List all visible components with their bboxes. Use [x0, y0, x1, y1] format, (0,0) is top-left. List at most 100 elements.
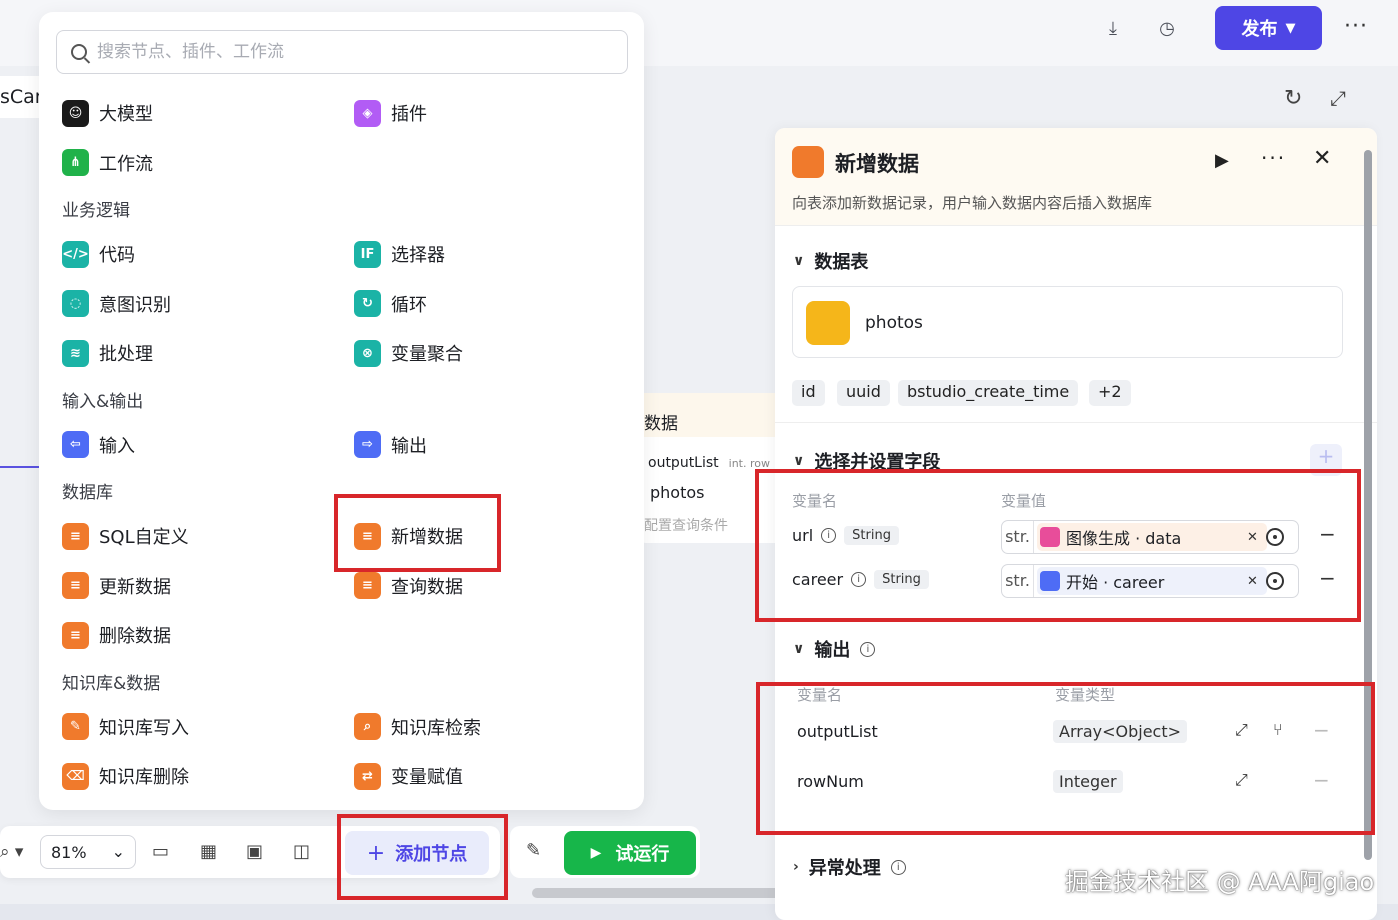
fit-view-icon[interactable]: ◫	[293, 841, 310, 862]
node-title-fragment: sCar	[0, 86, 43, 108]
test-run-label: 试运行	[615, 844, 670, 865]
info-icon: i	[860, 641, 876, 657]
close-icon[interactable]: ✕	[1313, 146, 1331, 171]
node-menu-item[interactable]: ⌫ 知识库删除	[62, 761, 189, 791]
comment-icon[interactable]: ▭	[152, 841, 169, 862]
node-menu-item[interactable]: ✎ 知识库写入	[62, 712, 189, 742]
node-search-box[interactable]	[56, 30, 628, 74]
db-update-icon: ≡	[62, 572, 89, 599]
zoom-select[interactable]: 81% ⌄	[40, 835, 136, 869]
node-menu-item-label: 查询数据	[391, 576, 463, 598]
save-draft-icon[interactable]: ⤓	[1099, 14, 1127, 42]
horizontal-scrollbar[interactable]	[532, 888, 782, 898]
history-icon[interactable]: ◷	[1153, 14, 1181, 42]
node-title: 数据	[640, 393, 790, 437]
node-output-name: outputList	[648, 455, 719, 471]
run-node-icon[interactable]: ▶	[1215, 150, 1229, 171]
node-menu-item[interactable]: ≡ 更新数据	[62, 571, 171, 601]
node-menu-item-label: 工作流	[99, 153, 153, 175]
zoom-value: 81%	[51, 843, 87, 862]
node-output-row: outputList int. row	[648, 455, 770, 471]
node-menu-item-label: 循环	[391, 294, 427, 316]
chevron-right-icon: ›	[793, 859, 799, 875]
kb-write-icon: ✎	[62, 713, 89, 740]
search-icon	[71, 44, 87, 60]
node-menu-item-label: 插件	[391, 104, 427, 125]
aggregate-icon: ⊗	[354, 339, 381, 367]
node-menu-item[interactable]: IF 选择器	[354, 239, 445, 269]
node-menu-item[interactable]: ≋ 批处理	[62, 338, 153, 368]
selected-table-card[interactable]: photos	[792, 286, 1343, 358]
node-table-name: photos	[650, 483, 705, 502]
batch-icon: ≋	[62, 339, 89, 367]
chevron-down-icon: ⌄	[111, 842, 125, 861]
node-menu-item-label: 更新数据	[99, 576, 171, 598]
chevron-down-icon: ∨	[793, 453, 805, 469]
node-search-input[interactable]	[97, 42, 597, 62]
database-icon	[806, 301, 850, 345]
node-menu-item-label: 删除数据	[99, 626, 171, 647]
highlight-box-add-node	[337, 814, 508, 900]
section-title: 异常处理	[808, 858, 881, 879]
table-name: photos	[865, 313, 923, 333]
code-icon: </>	[62, 240, 89, 268]
selector-icon: IF	[354, 240, 381, 268]
node-menu-item-label: 意图识别	[99, 294, 171, 316]
node-menu-item[interactable]: ≡ 删除数据	[62, 620, 171, 650]
llm-icon: ☺	[62, 99, 89, 127]
info-icon: i	[890, 859, 906, 875]
more-options-icon[interactable]: ···	[1261, 146, 1286, 170]
test-run-button[interactable]: ▶ 试运行	[564, 831, 696, 875]
node-menu-item[interactable]: ☺ 大模型	[62, 98, 153, 128]
minimap-icon[interactable]: ▣	[246, 841, 263, 862]
highlight-box-fields	[755, 469, 1361, 622]
node-menu-item[interactable]: ⇦ 输入	[62, 430, 135, 460]
node-menu-item[interactable]: ⊗ 变量聚合	[354, 338, 463, 368]
node-menu-item[interactable]: </> 代码	[62, 239, 135, 269]
pointer-mode-icon[interactable]: ⌕ ▾	[0, 842, 23, 862]
workflow-icon: ⋔	[62, 149, 89, 176]
connection-edge	[0, 466, 40, 468]
node-menu-section-title: 输入&输出	[62, 391, 144, 412]
node-menu-item[interactable]: ↻ 循环	[354, 289, 427, 319]
highlight-box-output	[756, 682, 1375, 835]
section-output[interactable]: ∨ 输出 i	[793, 636, 876, 662]
section-error-handling[interactable]: › 异常处理 i	[793, 854, 906, 880]
kb-search-icon: ⌕	[354, 713, 381, 740]
divider	[775, 422, 1377, 423]
wrench-icon[interactable]: ✎	[526, 840, 541, 861]
column-chip-more[interactable]: +2	[1089, 380, 1131, 406]
layout-grid-icon[interactable]: ▦	[200, 841, 217, 862]
node-menu-item[interactable]: ◌ 意图识别	[62, 289, 171, 319]
node-menu-item[interactable]: ≡ SQL自定义	[62, 521, 189, 551]
node-menu-item-label: 变量赋值	[391, 767, 463, 788]
section-table[interactable]: ∨ 数据表	[793, 248, 868, 274]
section-title: 输出	[814, 640, 851, 661]
more-menu-button[interactable]: ···	[1344, 14, 1368, 39]
panel-title: 新增数据	[835, 152, 919, 176]
node-menu-item-label: 大模型	[99, 104, 153, 125]
node-menu-item[interactable]: ⇨ 输出	[354, 430, 427, 460]
expand-icon[interactable]: ⤢	[1330, 86, 1346, 110]
canvas-node-partial[interactable]: sCar	[0, 76, 44, 118]
node-menu-item-label: 输出	[391, 435, 427, 457]
db-insert-icon	[792, 146, 824, 178]
refresh-icon[interactable]: ↻	[1284, 86, 1302, 111]
node-menu-item-label: 选择器	[391, 245, 445, 266]
node-menu-item[interactable]: ≡ 查询数据	[354, 571, 463, 601]
intent-icon: ◌	[62, 290, 89, 317]
publish-label: 发布	[1241, 19, 1278, 40]
node-menu-item-label: 知识库检索	[391, 717, 481, 739]
node-menu-item[interactable]: ◈ 插件	[354, 98, 427, 128]
publish-button[interactable]: 发布 ▼	[1215, 6, 1322, 50]
node-menu-item-label: SQL自定义	[99, 527, 189, 548]
kb-delete-icon: ⌫	[62, 762, 89, 790]
column-chip: uuid	[837, 380, 890, 406]
loop-icon: ↻	[354, 290, 381, 317]
node-menu-item[interactable]: ⇄ 变量赋值	[354, 761, 463, 791]
node-menu-item-label: 代码	[99, 245, 135, 266]
plugin-icon: ◈	[354, 99, 381, 127]
node-menu-item[interactable]: ⌕ 知识库检索	[354, 712, 481, 742]
panel-header: 新增数据 ▶ ··· ✕ 向表添加新数据记录，用户输入数据内容后插入数据库	[775, 128, 1377, 226]
node-menu-item[interactable]: ⋔ 工作流	[62, 148, 153, 178]
